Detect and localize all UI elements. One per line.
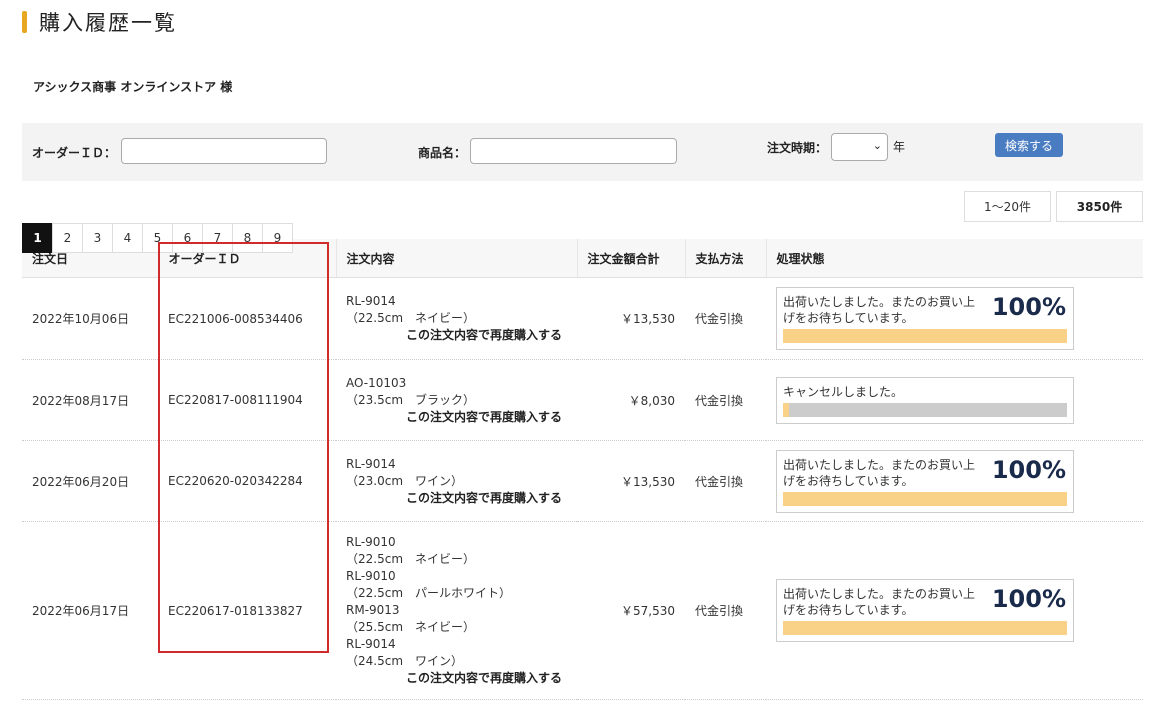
product-name-label: 商品名： [418, 146, 467, 160]
progress-bar [783, 402, 1067, 417]
page-title: 購入履歴一覧 [39, 11, 177, 35]
order-id-input[interactable] [121, 138, 327, 164]
customer-name: アシックス商事 オンラインストア 様 [33, 80, 233, 94]
progress-bar [783, 329, 1067, 343]
progress-fill [783, 621, 1067, 635]
payment-method: 代金引換 [685, 521, 766, 700]
chevron-down-icon: ⌄ [872, 139, 882, 152]
order-date: 2022年06月20日 [22, 440, 158, 522]
order-content: AO-10103 （23.5cm ブラック） この注文内容で再度購入する [336, 359, 577, 441]
progress-fill [783, 329, 1067, 343]
item-spec: （23.0cm ワイン） [346, 473, 464, 488]
page-link-4[interactable]: 4 [112, 223, 143, 253]
order-status: 出荷いたしました。またのお買い上げをお待ちしています。 100% [766, 521, 1143, 700]
order-status: 出荷いたしました。またのお買い上げをお待ちしています。 100% [766, 277, 1143, 360]
order-status: 出荷いたしました。またのお買い上げをお待ちしています。 100% [766, 440, 1143, 522]
progress-fill [783, 402, 789, 417]
item-code: RL-9010 [346, 569, 396, 583]
item-code: RL-9014 [346, 637, 396, 651]
header-status: 処理状態 [765, 239, 1143, 278]
order-amount: ￥8,030 [577, 359, 685, 441]
item-spec: （25.5cm ネイビー） [346, 620, 476, 634]
status-message: 出荷いたしました。またのお買い上げをお待ちしています。 [783, 587, 976, 617]
progress-fill [783, 491, 1067, 506]
header-payment-method: 支払方法 [684, 239, 766, 278]
status-message: 出荷いたしました。またのお買い上げをお待ちしています。 [783, 295, 976, 325]
order-id-label: オーダーＩＤ： [32, 146, 117, 160]
item-spec: （24.5cm ワイン） [346, 654, 464, 668]
order-date: 2022年06月17日 [22, 521, 158, 700]
payment-method: 代金引換 [685, 359, 766, 441]
order-date: 2022年10月06日 [22, 277, 158, 360]
order-year-select[interactable]: ⌄ [831, 133, 888, 161]
page-link-2[interactable]: 2 [52, 223, 83, 253]
progress-bar [783, 621, 1067, 635]
item-spec: （23.5cm ブラック） [346, 392, 476, 407]
order-id-highlight-box [158, 242, 329, 653]
payment-method: 代金引換 [685, 440, 766, 522]
page-link-3[interactable]: 3 [82, 223, 113, 253]
title-accent-bar [22, 11, 27, 33]
order-date: 2022年08月17日 [22, 359, 158, 441]
progress-bar [783, 491, 1067, 506]
status-percent: 100% [991, 585, 1066, 613]
item-code: AO-10103 [346, 375, 407, 390]
order-content: RL-9014 （22.5cm ネイビー） この注文内容で再度購入する [336, 277, 577, 360]
status-percent: 100% [991, 455, 1066, 484]
year-unit-label: 年 [893, 140, 906, 154]
product-name-input[interactable] [470, 138, 677, 164]
item-spec: （22.5cm ネイビー） [346, 552, 476, 566]
header-order-total: 注文金額合計 [576, 239, 685, 278]
reorder-link[interactable]: この注文内容で再度購入する [346, 327, 567, 344]
item-spec: （22.5cm ネイビー） [346, 311, 476, 325]
result-total: 3850件 [1056, 191, 1143, 222]
payment-method: 代金引換 [685, 277, 766, 360]
order-period-label: 注文時期： [767, 141, 828, 155]
order-amount: ￥13,530 [577, 277, 685, 360]
page-link-1[interactable]: 1 [22, 223, 53, 253]
status-box: 出荷いたしました。またのお買い上げをお待ちしています。 100% [776, 449, 1074, 513]
order-content: RL-9010 （22.5cm ネイビー） RL-9010 （22.5cm パー… [336, 521, 577, 700]
item-code: RM-9013 [346, 603, 400, 617]
status-message: 出荷いたしました。またのお買い上げをお待ちしています。 [783, 457, 976, 488]
status-box: 出荷いたしました。またのお買い上げをお待ちしています。 100% [776, 287, 1074, 350]
status-percent: 100% [991, 293, 1066, 321]
search-button[interactable]: 検索する [995, 133, 1063, 157]
status-box: キャンセルしました。 [776, 376, 1074, 424]
header-order-content: 注文内容 [335, 239, 577, 278]
reorder-link[interactable]: この注文内容で再度購入する [346, 670, 567, 687]
item-code: RL-9014 [346, 456, 396, 471]
result-range: 1〜20件 [964, 191, 1051, 222]
order-amount: ￥57,530 [577, 521, 685, 700]
reorder-link[interactable]: この注文内容で再度購入する [346, 490, 567, 507]
item-spec: （22.5cm パールホワイト） [346, 586, 512, 600]
item-code: RL-9014 [346, 294, 396, 308]
page-header: 購入履歴一覧 [22, 8, 177, 36]
item-code: RL-9010 [346, 535, 396, 549]
reorder-link[interactable]: この注文内容で再度購入する [346, 409, 567, 426]
search-panel: オーダーＩＤ： 商品名： 注文時期： ⌄ 年 検索する [22, 123, 1143, 181]
order-amount: ￥13,530 [577, 440, 685, 522]
status-box: 出荷いたしました。またのお買い上げをお待ちしています。 100% [776, 579, 1074, 642]
status-message: キャンセルしました。 [783, 384, 904, 399]
order-content: RL-9014 （23.0cm ワイン） この注文内容で再度購入する [336, 440, 577, 522]
order-status: キャンセルしました。 [766, 359, 1143, 441]
